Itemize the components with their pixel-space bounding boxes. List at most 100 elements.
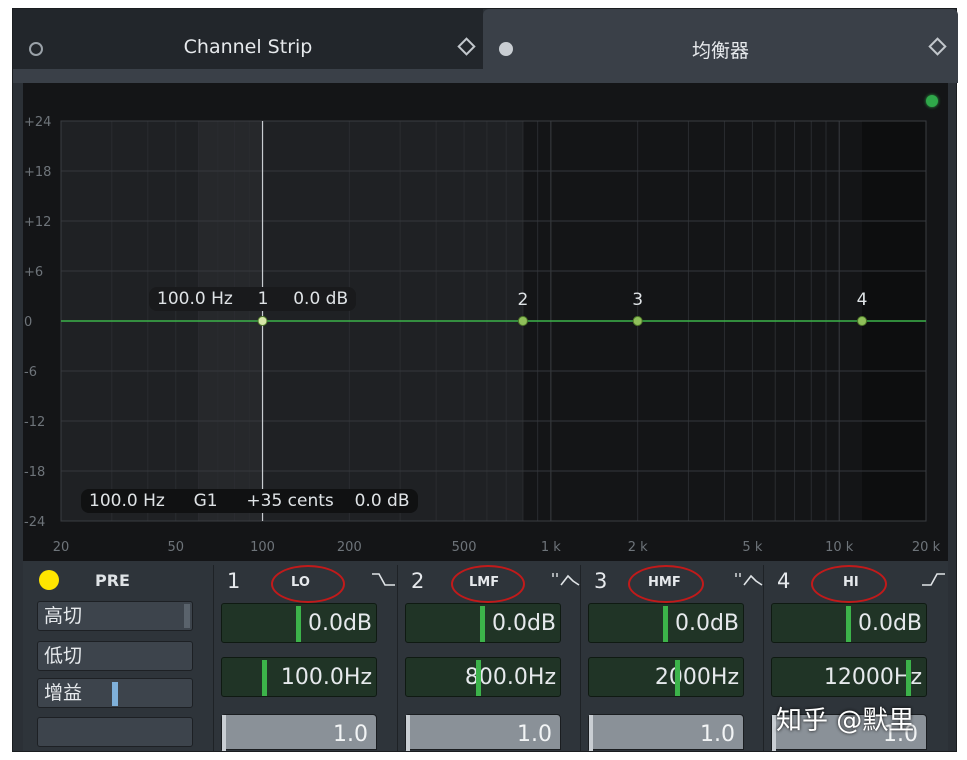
band-gain-field[interactable]: 0.0dB xyxy=(771,603,927,643)
band-frequency-value: 2000Hz xyxy=(654,665,739,690)
gain-marker xyxy=(846,606,851,642)
band-q-field[interactable]: 1.0 xyxy=(405,714,561,751)
band-number: 4 xyxy=(777,569,791,593)
tab-channel-strip[interactable]: Channel Strip xyxy=(13,9,483,69)
readout-note: G1 xyxy=(193,491,218,511)
band-number: 2 xyxy=(411,569,425,593)
readout-cents: +35 cents xyxy=(246,491,334,511)
gain-marker xyxy=(480,606,485,642)
equalizer-window: Channel Strip 均衡器 +24 +18 +12 +6 0 -6 -12 -18 -2… xyxy=(12,8,958,752)
band-gain-value: 0.0dB xyxy=(674,611,739,636)
band-point-label: 4 xyxy=(857,290,868,310)
band-divider xyxy=(397,565,398,751)
watermark: 知乎 @默里 xyxy=(776,706,915,736)
highlight-circle xyxy=(628,565,704,603)
tab-equalizer[interactable]: 均衡器 xyxy=(483,9,958,69)
band-number: 3 xyxy=(594,569,608,593)
band-tooltip: 100.0 Hz 1 0.0 dB xyxy=(149,287,357,311)
frequency-marker xyxy=(476,660,481,696)
cursor-readout: 100.0 Hz G1 +35 cents 0.0 dB xyxy=(81,489,418,513)
highlight-circle xyxy=(451,565,525,603)
band-divider xyxy=(580,565,581,751)
low-cut-button[interactable]: 低切 xyxy=(37,641,193,671)
highlight-circle xyxy=(271,565,345,603)
empty-slot-button[interactable] xyxy=(37,717,193,747)
readout-gain: 0.0 dB xyxy=(354,491,410,511)
pre-led-icon[interactable] xyxy=(39,570,59,590)
q-marker xyxy=(222,715,226,751)
gain-marker xyxy=(663,606,668,642)
x-tick-label: 200 xyxy=(337,540,362,555)
band-frequency-field[interactable]: 2000Hz xyxy=(588,657,744,697)
band-gain-field[interactable]: 0.0dB xyxy=(405,603,561,643)
band-gain-field[interactable]: 0.0dB xyxy=(588,603,744,643)
frequency-marker xyxy=(906,660,911,696)
x-tick-label: 50 xyxy=(167,540,184,555)
band-gain-value: 0.0dB xyxy=(857,611,922,636)
band-4-handle[interactable] xyxy=(857,316,868,326)
eq-graph[interactable]: +24 +18 +12 +6 0 -6 -12 -18 -24 20 50 100 200 500 1 k 2… xyxy=(23,83,948,561)
x-tick-label: 10 k xyxy=(825,540,854,555)
x-tick-label: 20 k xyxy=(912,540,941,555)
y-tick-label: +12 xyxy=(24,215,51,230)
band-q-value: 1.0 xyxy=(517,722,552,747)
band-1: 1 LO 0.0dB 100.0Hz 1.0 xyxy=(213,561,399,751)
x-tick-label: 5 k xyxy=(742,540,762,555)
readout-frequency: 100.0 Hz xyxy=(89,491,165,511)
high-cut-indicator xyxy=(184,604,190,628)
band-1-handle[interactable] xyxy=(257,316,268,326)
band-q-field[interactable]: 1.0 xyxy=(588,714,744,751)
active-led-icon xyxy=(926,95,938,107)
band-frequency-field[interactable]: 800.0Hz xyxy=(405,657,561,697)
band-q-field[interactable]: 1.0 xyxy=(221,714,377,751)
band-frequency-field[interactable]: 12000Hz xyxy=(771,657,927,697)
gain-marker xyxy=(296,606,301,642)
band-q-value: 1.0 xyxy=(333,722,368,747)
band-divider xyxy=(213,565,214,751)
tab-divider xyxy=(13,69,958,83)
band-q-value: 1.0 xyxy=(700,722,735,747)
q-marker xyxy=(406,715,410,751)
y-tick-label: -18 xyxy=(24,465,45,480)
y-tick-label: +18 xyxy=(24,165,51,180)
tooltip-gain: 0.0 dB xyxy=(293,289,349,309)
q-marker xyxy=(589,715,593,751)
x-tick-label: 100 xyxy=(250,540,275,555)
tooltip-band-number: 1 xyxy=(257,289,269,309)
y-tick-label: 0 xyxy=(24,315,32,330)
gain-label: 增益 xyxy=(44,682,83,704)
low-shelf-icon[interactable] xyxy=(371,571,397,593)
frequency-marker xyxy=(262,660,267,696)
x-tick-label: 500 xyxy=(452,540,477,555)
highlight-circle xyxy=(811,565,887,603)
high-shelf-icon[interactable] xyxy=(921,571,947,593)
x-tick-label: 2 k xyxy=(628,540,648,555)
frequency-marker xyxy=(675,660,680,696)
peak-icon[interactable] xyxy=(551,571,581,593)
x-tick-label: 20 xyxy=(53,540,70,555)
band-gain-field[interactable]: 0.0dB xyxy=(221,603,377,643)
high-cut-label: 高切 xyxy=(44,605,83,627)
band-frequency-field[interactable]: 100.0Hz xyxy=(221,657,377,697)
peak-icon[interactable] xyxy=(734,571,764,593)
y-tick-label: +24 xyxy=(24,115,51,130)
tab-label: Channel Strip xyxy=(183,36,313,58)
gain-slider[interactable]: 增益 xyxy=(37,678,193,708)
high-cut-button[interactable]: 高切 xyxy=(37,601,193,631)
band-2-handle[interactable] xyxy=(517,316,528,326)
y-tick-label: -6 xyxy=(24,365,37,380)
band-frequency-value: 100.0Hz xyxy=(280,665,372,690)
y-tick-label: -12 xyxy=(24,415,45,430)
gain-slider-knob[interactable] xyxy=(112,682,118,706)
band-3-handle[interactable] xyxy=(632,316,643,326)
x-tick-label: 1 k xyxy=(541,540,561,555)
band-number: 1 xyxy=(227,569,241,593)
band-point-label: 3 xyxy=(632,290,643,310)
band-point-label: 2 xyxy=(518,290,529,310)
band-gain-value: 0.0dB xyxy=(491,611,556,636)
low-cut-label: 低切 xyxy=(44,645,83,667)
y-tick-label: +6 xyxy=(24,265,43,280)
pre-label: PRE xyxy=(95,571,130,590)
band-3: 3 HMF 0.0dB 2000Hz 1.0 xyxy=(580,561,766,751)
band-gain-value: 0.0dB xyxy=(307,611,372,636)
